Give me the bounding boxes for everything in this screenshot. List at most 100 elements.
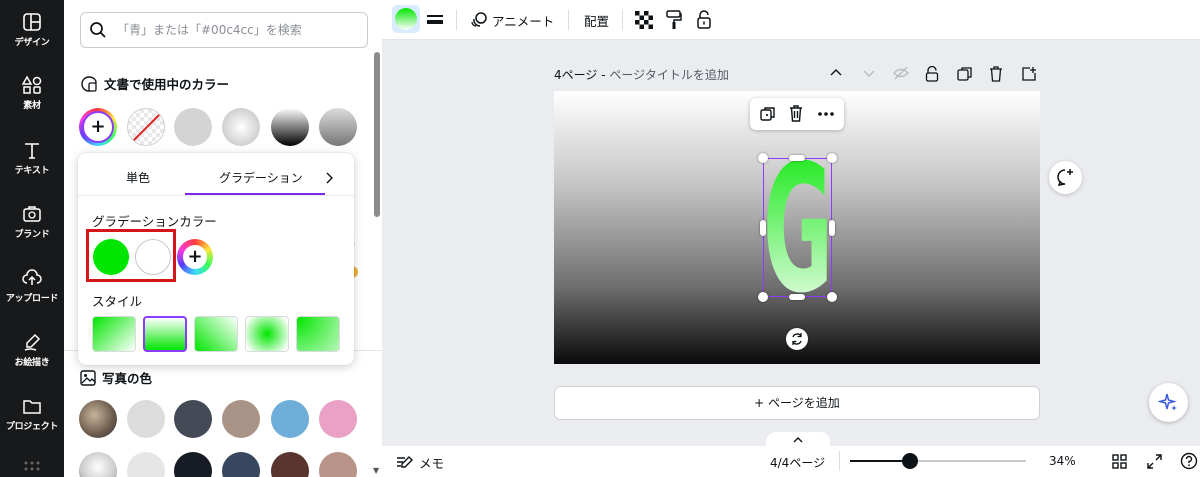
color-swatch[interactable] (174, 400, 212, 438)
resize-handle-left[interactable] (760, 220, 766, 236)
resize-handle-bl[interactable] (758, 292, 768, 302)
help-icon[interactable] (1180, 452, 1198, 470)
lock-button[interactable] (696, 8, 712, 32)
magic-assistant-button[interactable] (1149, 383, 1188, 422)
color-fill-swatch (395, 8, 417, 30)
zoom-slider-knob[interactable] (901, 453, 918, 469)
sidebar-item-design[interactable]: デザイン (0, 12, 64, 72)
position-button[interactable]: 配置 (584, 8, 609, 32)
photo-colors-title: 写真の色 (102, 371, 153, 386)
zoom-level[interactable]: 34% (1049, 454, 1076, 468)
grid-view-icon[interactable] (1112, 454, 1127, 469)
gradient-colors-label: グラデーションカラー (92, 214, 217, 229)
tab-solid[interactable]: 単色 (126, 169, 150, 186)
copy-style-button[interactable] (666, 8, 682, 32)
add-comment-button[interactable] (1049, 161, 1082, 194)
sidebar-item-label: 素材 (23, 101, 41, 111)
sidebar-item-upload[interactable]: アップロード (0, 268, 64, 328)
transparency-icon (635, 11, 653, 29)
apps-grid-icon[interactable] (24, 461, 40, 473)
photo-thumbnail[interactable] (79, 452, 117, 477)
color-search[interactable] (80, 12, 368, 48)
resize-handle-tl[interactable] (758, 153, 768, 163)
resize-handle-top[interactable] (789, 155, 805, 161)
color-swatch[interactable] (174, 452, 212, 477)
color-swatch[interactable] (319, 400, 357, 438)
color-swatch[interactable] (271, 108, 309, 146)
duplicate-icon[interactable] (760, 106, 776, 122)
search-input[interactable] (117, 20, 357, 40)
chevron-down-icon[interactable] (862, 66, 876, 80)
left-rail: デザイン 素材 テキスト ブランド アップロード お絵描き プロジェクト (0, 0, 64, 477)
notes-button[interactable]: メモ (396, 453, 444, 472)
sidebar-item-elements[interactable]: 素材 (0, 75, 64, 135)
transparent-swatch[interactable] (127, 108, 165, 146)
rotate-icon (792, 333, 802, 345)
page-indicator[interactable]: 4/4ページ (770, 454, 825, 471)
style-radial-center[interactable] (245, 316, 289, 352)
color-swatch[interactable] (222, 400, 260, 438)
color-swatch[interactable] (174, 108, 212, 146)
color-fill-button[interactable] (392, 5, 420, 33)
delete-page-icon[interactable] (989, 66, 1003, 82)
draw-icon (24, 333, 41, 351)
gradient-stop-1[interactable] (93, 239, 129, 275)
color-swatch[interactable] (271, 452, 309, 477)
style-radial-corner[interactable] (296, 316, 340, 352)
add-color-swatch[interactable]: + (79, 108, 117, 146)
position-label: 配置 (584, 13, 610, 29)
photo-thumbnail[interactable] (79, 400, 117, 438)
resize-handle-bottom[interactable] (789, 294, 805, 300)
color-swatch[interactable] (127, 452, 165, 477)
sidebar-item-label: アップロード (5, 294, 59, 304)
doc-colors-heading: 文書で使用中のカラー (80, 74, 229, 93)
add-page-button[interactable]: + ページを追加 (554, 386, 1040, 420)
add-stop-button[interactable]: + (177, 239, 213, 275)
sparkle-icon (1158, 393, 1177, 411)
color-swatch[interactable] (127, 400, 165, 438)
more-icon[interactable] (818, 112, 834, 116)
tab-gradient[interactable]: グラデーション (219, 169, 303, 186)
transparency-button[interactable] (635, 8, 653, 32)
page-title-input[interactable]: ページタイトルを追加 (609, 68, 729, 82)
zoom-slider-fill (850, 460, 910, 462)
color-swatch[interactable] (319, 108, 357, 146)
resize-handle-right[interactable] (829, 220, 835, 236)
divider (78, 195, 354, 196)
text-icon (25, 143, 39, 159)
resize-handle-tr[interactable] (827, 153, 837, 163)
line-weight-button[interactable] (426, 8, 444, 32)
selection-box (763, 158, 832, 297)
chevron-right-icon[interactable] (324, 172, 334, 184)
hide-page-icon[interactable] (893, 66, 909, 80)
sidebar-item-brand[interactable]: ブランド (0, 204, 64, 264)
duplicate-page-icon[interactable] (957, 66, 973, 82)
style-linear-vertical[interactable] (143, 316, 187, 352)
lock-page-icon[interactable] (925, 66, 939, 82)
scroll-down-icon[interactable]: ▼ (373, 466, 379, 475)
divider (568, 10, 569, 30)
color-swatch[interactable] (222, 452, 260, 477)
color-swatch[interactable] (222, 108, 260, 146)
gradient-stop-2[interactable] (135, 239, 171, 275)
sidebar-item-text[interactable]: テキスト (0, 140, 64, 200)
fullscreen-icon[interactable] (1147, 454, 1162, 469)
projects-icon (23, 400, 41, 414)
trash-icon[interactable] (789, 105, 803, 122)
search-icon (90, 22, 106, 38)
sidebar-item-draw[interactable]: お絵描き (0, 332, 64, 392)
animate-button[interactable]: アニメート (470, 8, 554, 32)
palette-icon (81, 75, 97, 92)
sidebar-item-projects[interactable]: プロジェクト (0, 396, 64, 456)
style-linear-diagonal-reverse[interactable] (194, 316, 238, 352)
sidebar-item-label: ブランド (14, 230, 50, 240)
color-swatch[interactable] (319, 452, 357, 477)
add-page-icon[interactable] (1021, 66, 1037, 82)
panel-scrollbar[interactable] (374, 52, 380, 217)
color-swatch[interactable] (271, 400, 309, 438)
sidebar-item-label: デザイン (14, 38, 50, 48)
chevron-up-icon[interactable] (829, 66, 843, 80)
resize-handle-br[interactable] (827, 292, 837, 302)
style-linear-diagonal[interactable] (92, 316, 136, 352)
rotate-handle[interactable] (786, 328, 808, 350)
